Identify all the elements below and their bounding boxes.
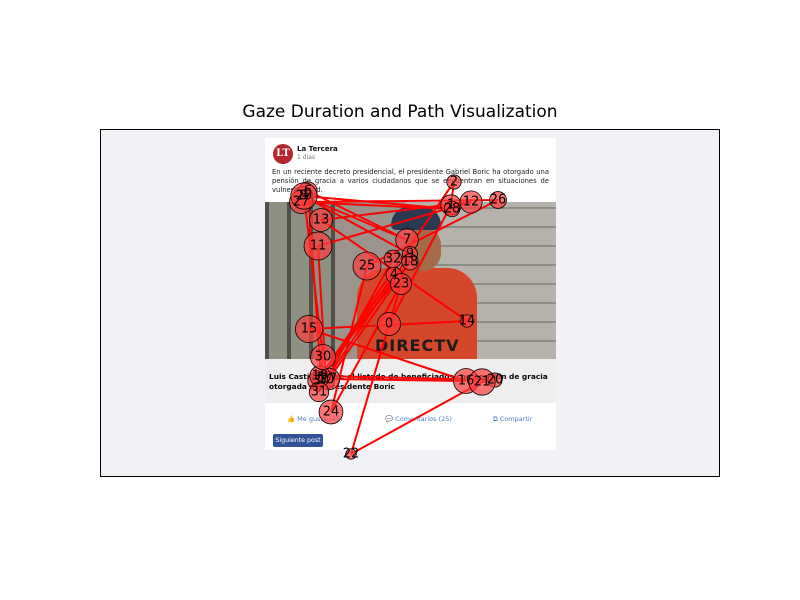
fixation-label: 19 — [312, 369, 329, 384]
fixation-label: 26 — [490, 193, 507, 208]
fixation-label: 21 — [474, 375, 491, 390]
fixation-label: 0 — [385, 317, 393, 332]
fixation-label: 23 — [393, 277, 410, 292]
fixation-label: 31 — [311, 385, 328, 400]
fixation-label: 2 — [450, 175, 458, 190]
fixation-label: 24 — [323, 405, 340, 420]
plot-area: LT La Tercera 1 días En un reciente decr… — [100, 129, 720, 477]
gaze-overlay: 012345678910111213141516171819 2021222324… — [289, 174, 507, 462]
fixation-label: 14 — [459, 314, 476, 329]
fixation-label: 16 — [458, 374, 475, 389]
fixation-label: 22 — [343, 447, 360, 462]
fixation-label: 11 — [310, 239, 327, 254]
fixation-label: 30 — [315, 350, 332, 365]
fixation-label: 25 — [359, 259, 376, 274]
chart-title: Gaze Duration and Path Visualization — [242, 102, 558, 122]
fixation-label: 7 — [403, 233, 411, 248]
fixation-label: 15 — [301, 322, 318, 337]
fixation-label: 28 — [444, 202, 461, 217]
fixation-label: 18 — [402, 255, 419, 270]
fixation-label: 29 — [296, 189, 313, 204]
fixation-label: 12 — [463, 195, 480, 210]
fixation-label: 13 — [313, 213, 330, 228]
fixation-label: 32 — [385, 252, 402, 267]
